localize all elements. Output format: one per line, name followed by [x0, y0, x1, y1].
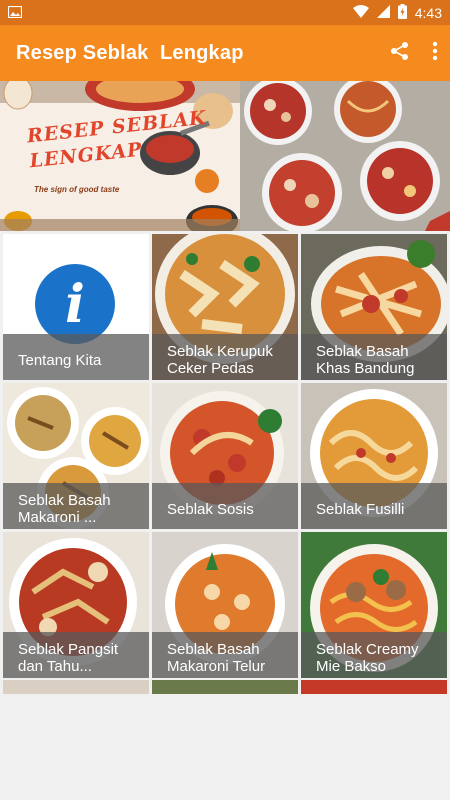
- menu-tile-recipe[interactable]: Seblak Pangsit dan Tahu...: [3, 532, 149, 678]
- menu-tile-recipe[interactable]: Seblak Basah Makaroni Telur: [152, 532, 298, 678]
- banner-bowls-photo: [240, 81, 450, 231]
- status-bar: 4:43: [0, 0, 450, 25]
- tile-label: Seblak Basah Khas Bandung: [316, 343, 415, 377]
- tile-caption: Seblak Basah Makaroni Telur: [152, 632, 298, 678]
- partial-tile[interactable]: [152, 680, 298, 694]
- menu-tile-recipe[interactable]: Seblak Creamy Mie Bakso: [301, 532, 447, 678]
- menu-tile-recipe[interactable]: Seblak Fusilli: [301, 383, 447, 529]
- tile-caption: Seblak Fusilli: [301, 483, 447, 529]
- tile-caption: Seblak Basah Khas Bandung: [301, 334, 447, 380]
- status-time: 4:43: [414, 4, 442, 21]
- partial-tile[interactable]: [301, 680, 447, 694]
- share-icon[interactable]: [390, 41, 410, 66]
- overflow-menu-icon[interactable]: [432, 41, 438, 66]
- tile-label: Seblak Kerupuk Ceker Pedas: [167, 343, 273, 377]
- partial-tile[interactable]: [3, 680, 149, 694]
- menu-tile-about[interactable]: i Tentang Kita: [3, 234, 149, 380]
- app-bar: Resep Seblak Lengkap: [0, 25, 450, 81]
- grid-next-row-partial: [3, 680, 449, 694]
- menu-tile-recipe[interactable]: Seblak Basah Makaroni ...: [3, 383, 149, 529]
- tile-caption: Seblak Pangsit dan Tahu...: [3, 632, 149, 678]
- header-banner: RESEP SEBLAK LENGKAP The sign of good ta…: [0, 81, 450, 231]
- gallery-notification-icon: [7, 5, 23, 21]
- tile-caption: Tentang Kita: [3, 334, 149, 380]
- tile-label: Seblak Pangsit dan Tahu...: [18, 641, 119, 675]
- menu-tile-recipe[interactable]: Seblak Kerupuk Ceker Pedas: [152, 234, 298, 380]
- tile-caption: Seblak Kerupuk Ceker Pedas: [152, 334, 298, 380]
- info-icon: i: [35, 264, 115, 344]
- status-left: [7, 5, 23, 21]
- wifi-icon: [352, 4, 369, 21]
- app-bar-actions: [390, 41, 438, 66]
- battery-charging-icon: [397, 3, 407, 22]
- tile-caption: Seblak Sosis: [152, 483, 298, 529]
- status-right: 4:43: [352, 3, 442, 22]
- tile-label: Seblak Creamy Mie Bakso: [316, 641, 419, 675]
- empty-area: [0, 694, 450, 800]
- app-title: Resep Seblak Lengkap: [16, 41, 244, 64]
- menu-tile-recipe[interactable]: Seblak Basah Khas Bandung: [301, 234, 447, 380]
- banner-tagline: The sign of good taste: [34, 185, 120, 194]
- signal-icon: [376, 4, 390, 21]
- tile-label: Seblak Basah Makaroni Telur: [167, 641, 266, 675]
- tile-caption: Seblak Basah Makaroni ...: [3, 483, 149, 529]
- tile-label: Seblak Fusilli: [316, 500, 405, 518]
- banner-photo: [240, 81, 450, 231]
- recipe-grid: i Tentang Kita Seblak Kerupuk Ceker Peda…: [3, 234, 449, 678]
- menu-tile-recipe[interactable]: Seblak Sosis: [152, 383, 298, 529]
- tile-caption: Seblak Creamy Mie Bakso: [301, 632, 447, 678]
- tile-label: Seblak Basah Makaroni ...: [18, 492, 111, 526]
- banner-logo-panel: RESEP SEBLAK LENGKAP The sign of good ta…: [0, 81, 240, 231]
- tile-label: Tentang Kita: [18, 351, 102, 369]
- tile-label: Seblak Sosis: [167, 500, 254, 518]
